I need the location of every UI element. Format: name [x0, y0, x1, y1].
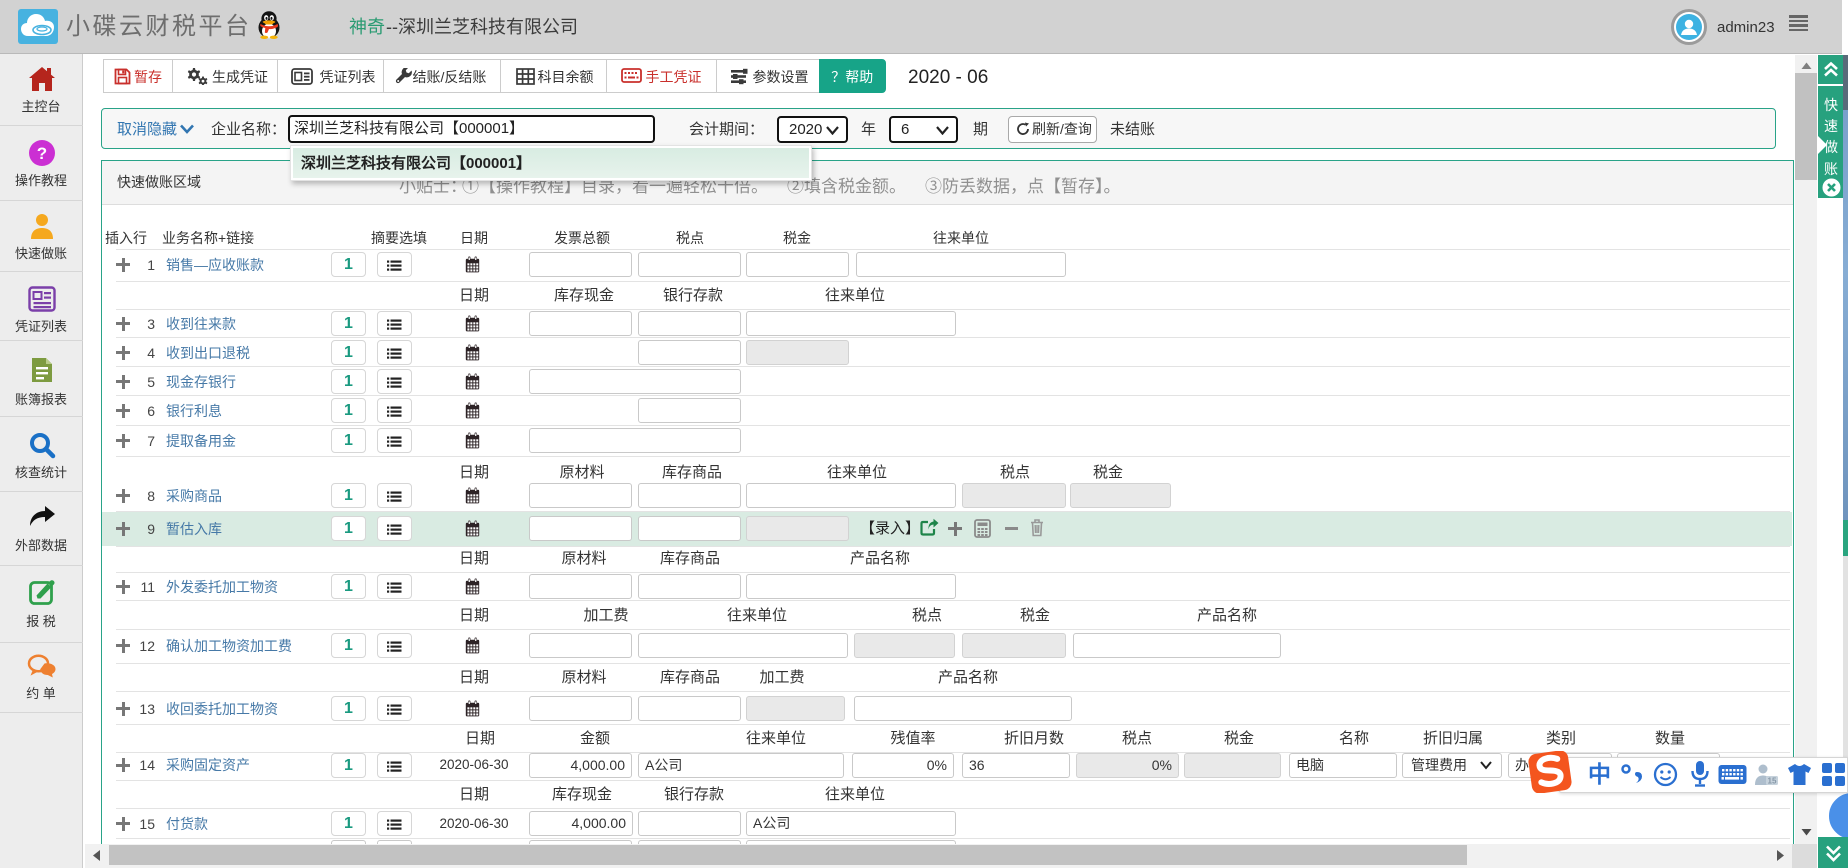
svg-text:15: 15: [1768, 777, 1777, 786]
svg-text:?: ?: [37, 144, 47, 163]
